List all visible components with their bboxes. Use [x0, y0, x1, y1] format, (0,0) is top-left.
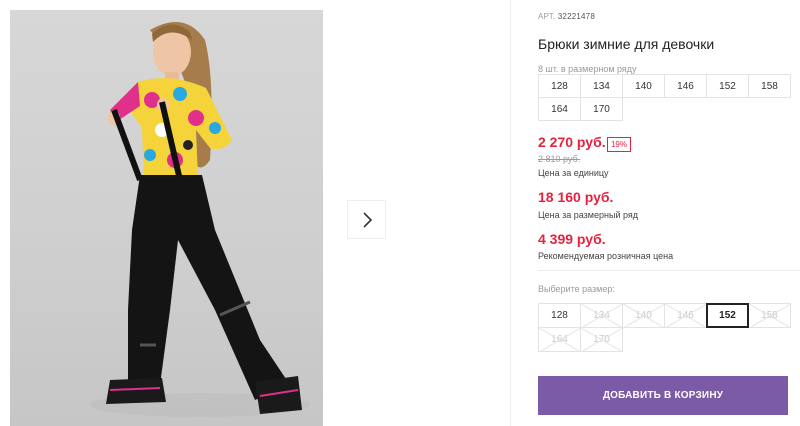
product-photo	[10, 10, 323, 426]
series-price-caption: Цена за размерный ряд	[538, 210, 639, 220]
unit-price-caption: Цена за единицу	[538, 168, 609, 178]
next-image-button[interactable]	[347, 200, 386, 239]
series-size-cell: 170	[580, 97, 623, 121]
discount-badge: 19%	[607, 137, 631, 152]
size-option-146: 146	[664, 303, 707, 328]
article-label: АРТ.	[538, 12, 556, 21]
series-size-cell: 152	[706, 74, 749, 98]
series-count-label: 8 шт. в размерном ряду	[538, 64, 637, 74]
panel-divider	[510, 0, 511, 426]
product-title: Брюки зимние для девочки	[538, 36, 715, 52]
series-size-cell: 128	[538, 74, 581, 98]
size-option-152[interactable]: 152	[706, 303, 749, 328]
series-size-cell: 134	[580, 74, 623, 98]
retail-price-caption: Рекомендуемая розничная цена	[538, 251, 674, 261]
size-option-128[interactable]: 128	[538, 303, 581, 328]
old-price: 2 810 руб.	[538, 154, 581, 164]
retail-price: 4 399 руб.	[538, 231, 606, 247]
size-option-140: 140	[622, 303, 665, 328]
article-number: АРТ. 32221478	[538, 12, 595, 21]
series-size-cell: 164	[538, 97, 581, 121]
series-size-cell: 146	[664, 74, 707, 98]
series-size-cell: 140	[622, 74, 665, 98]
series-size-cell: 158	[748, 74, 791, 98]
size-option-134: 134	[580, 303, 623, 328]
chevron-right-icon	[362, 211, 372, 228]
size-selector: 128 134 140 146 152 158 164 170	[538, 303, 791, 352]
size-option-164: 164	[538, 327, 581, 352]
add-to-cart-button[interactable]: ДОБАВИТЬ В КОРЗИНУ	[538, 376, 788, 415]
unit-price: 2 270 руб.	[538, 134, 606, 150]
series-price: 18 160 руб.	[538, 189, 614, 205]
size-option-170: 170	[580, 327, 623, 352]
section-divider	[538, 270, 800, 271]
girl-in-winter-pants-illustration	[90, 22, 310, 417]
choose-size-label: Выберите размер:	[538, 284, 615, 294]
series-size-grid: 128 134 140 146 152 158 164 170	[538, 74, 791, 121]
size-option-158: 158	[748, 303, 791, 328]
article-value: 32221478	[557, 12, 595, 21]
